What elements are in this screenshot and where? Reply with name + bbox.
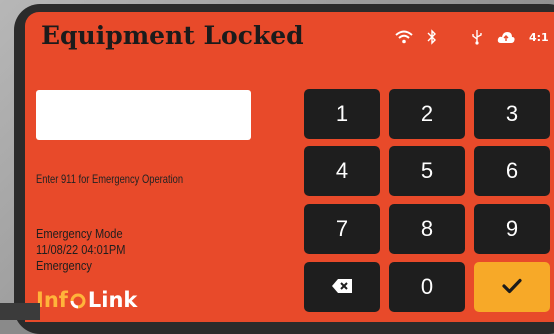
logo-mark-icon bbox=[69, 291, 87, 309]
bezel-shadow bbox=[0, 303, 40, 320]
clock-time: 4:1 bbox=[529, 30, 549, 44]
mode-status: Emergency bbox=[36, 258, 92, 273]
emergency-mode-info: Emergency Mode 11/08/22 04:01PM Emergenc… bbox=[36, 226, 141, 274]
checkmark-icon bbox=[502, 274, 522, 300]
key-6[interactable]: 6 bbox=[474, 146, 550, 196]
infolink-logo: Inf Link bbox=[36, 288, 138, 312]
key-1[interactable]: 1 bbox=[304, 89, 380, 139]
lock-screen: Equipment Locked 4:1 Enter 911 for Emerg… bbox=[25, 12, 554, 322]
key-8[interactable]: 8 bbox=[389, 204, 465, 254]
wifi-icon bbox=[395, 30, 413, 44]
key-3[interactable]: 3 bbox=[474, 89, 550, 139]
key-5[interactable]: 5 bbox=[389, 146, 465, 196]
key-7[interactable]: 7 bbox=[304, 204, 380, 254]
key-0[interactable]: 0 bbox=[389, 262, 465, 312]
emergency-hint: Enter 911 for Emergency Operation bbox=[36, 172, 184, 186]
backspace-icon bbox=[331, 274, 353, 300]
confirm-button[interactable] bbox=[474, 262, 550, 312]
mode-datetime: 11/08/22 04:01PM bbox=[36, 242, 126, 257]
code-input[interactable] bbox=[36, 90, 251, 140]
bluetooth-icon bbox=[427, 29, 437, 45]
key-9[interactable]: 9 bbox=[474, 204, 550, 254]
key-4[interactable]: 4 bbox=[304, 146, 380, 196]
status-bar: 4:1 bbox=[395, 28, 549, 46]
backspace-button[interactable] bbox=[304, 262, 380, 312]
key-2[interactable]: 2 bbox=[389, 89, 465, 139]
usb-icon bbox=[471, 29, 483, 45]
mode-label: Emergency Mode bbox=[36, 226, 123, 241]
cloud-upload-icon bbox=[497, 30, 515, 44]
page-title: Equipment Locked bbox=[41, 21, 304, 50]
